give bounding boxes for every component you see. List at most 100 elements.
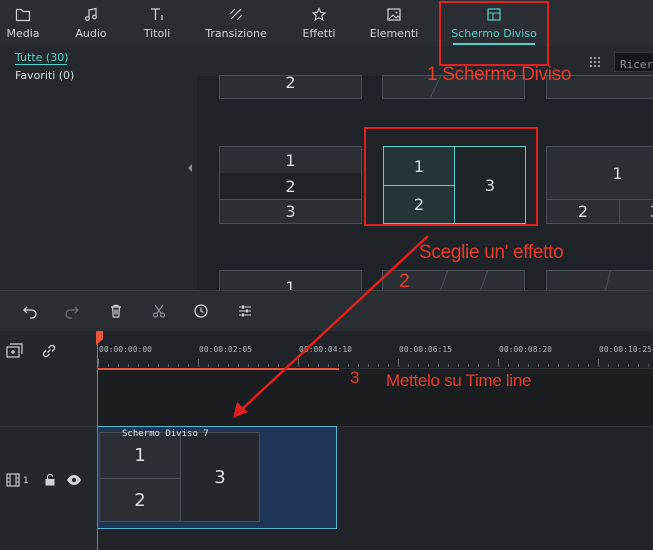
folder-icon	[15, 8, 31, 22]
ruler-minor-tick	[558, 364, 559, 367]
annotation-step2-number: 2	[399, 271, 410, 292]
tab-audio[interactable]: Audio	[68, 0, 114, 46]
timeline-range-bar	[97, 368, 339, 370]
eye-icon[interactable]	[66, 474, 82, 486]
link-icon[interactable]	[40, 342, 58, 360]
text-title-icon	[151, 8, 163, 20]
ruler-minor-tick	[408, 364, 409, 367]
timeline-ruler[interactable]: 00:00:00:00 00:00:02:05 00:00:04:10 00:0…	[97, 331, 653, 369]
adjust-sliders-icon[interactable]	[237, 303, 253, 319]
thumb-cell: 3	[285, 201, 296, 221]
split-thumbnail-top-one-bottom-two[interactable]: 1 2 3	[546, 146, 653, 224]
ruler-minor-tick	[528, 364, 529, 367]
tab-elementi-label: Elementi	[369, 27, 419, 40]
ruler-minor-tick	[168, 364, 169, 367]
split-thumbnail-top-1[interactable]: 2	[219, 72, 362, 99]
ruler-minor-tick	[508, 364, 509, 367]
ruler-minor-tick	[318, 364, 319, 367]
music-note-icon	[85, 7, 97, 21]
tab-titoli[interactable]: Titoli	[134, 0, 180, 46]
transition-icon	[229, 8, 243, 21]
tab-titoli-label: Titoli	[143, 27, 171, 40]
ruler-minor-tick	[538, 364, 539, 367]
clip-thumbnail: 1 2 3	[99, 432, 260, 522]
thumb-cell: 2	[220, 173, 361, 199]
ruler-minor-tick	[208, 364, 209, 367]
delete-icon[interactable]	[108, 303, 124, 319]
search-box[interactable]	[614, 52, 653, 74]
collapse-panel-icon[interactable]	[188, 164, 192, 172]
redo-icon[interactable]	[64, 303, 80, 319]
category-favorites[interactable]: Favoriti (0)	[15, 69, 74, 82]
scissors-icon[interactable]	[151, 303, 167, 319]
ruler-minor-tick	[328, 364, 329, 367]
ruler-minor-tick	[468, 364, 469, 367]
ruler-time-1: 00:00:02:05	[199, 345, 252, 354]
ruler-minor-tick	[548, 364, 549, 367]
thumb-cell: 3	[620, 200, 653, 223]
ruler-minor-tick	[438, 364, 439, 367]
ruler-minor-tick	[238, 364, 239, 367]
split-screen-clip[interactable]: 1 2 3 Schermo Diviso 7	[97, 426, 337, 529]
playhead-line[interactable]	[97, 331, 98, 550]
ruler-minor-tick	[488, 364, 489, 367]
ruler-minor-tick	[198, 364, 199, 367]
ruler-minor-tick	[128, 364, 129, 367]
thumb-cell: 2	[285, 72, 296, 92]
ruler-minor-tick	[288, 364, 289, 367]
ruler-minor-tick	[388, 364, 389, 367]
video-track-icon	[6, 473, 20, 487]
ruler-minor-tick	[638, 364, 639, 367]
ruler-minor-tick	[308, 364, 309, 367]
ruler-minor-tick	[458, 364, 459, 367]
ruler-minor-tick	[278, 364, 279, 367]
undo-icon[interactable]	[22, 303, 38, 319]
ruler-time-2: 00:00:04:10	[299, 345, 352, 354]
tab-media-label: Media	[6, 27, 40, 40]
ruler-minor-tick	[358, 364, 359, 367]
unlock-icon[interactable]	[44, 473, 56, 486]
ruler-minor-tick	[178, 364, 179, 367]
ruler-minor-tick	[608, 364, 609, 367]
ruler-minor-tick	[118, 364, 119, 367]
track-number: 1	[23, 476, 29, 486]
tab-effetti[interactable]: Effetti	[296, 0, 342, 46]
timeline-toolbar	[0, 290, 653, 331]
annotation-step2: Sceglie un' effetto	[419, 242, 564, 263]
tab-media[interactable]: Media	[0, 0, 46, 46]
image-icon	[387, 8, 401, 21]
tab-transizione[interactable]: Transizione	[201, 0, 271, 46]
clip-cell: 2	[134, 489, 146, 511]
ruler-minor-tick	[228, 364, 229, 367]
ruler-time-5: 00:00:10:25	[599, 345, 652, 354]
add-track-icon[interactable]	[6, 343, 24, 359]
ruler-minor-tick	[218, 364, 219, 367]
track-header-column: 1	[0, 331, 97, 550]
split-thumbnail-three-rows[interactable]: 1 2 3	[219, 146, 362, 224]
ruler-minor-tick	[138, 364, 139, 367]
ruler-minor-tick	[418, 364, 419, 367]
ruler-time-4: 00:00:08:20	[499, 345, 552, 354]
tab-elementi[interactable]: Elementi	[367, 0, 421, 46]
thumb-divider	[478, 271, 489, 290]
clock-icon[interactable]	[193, 303, 209, 319]
search-input[interactable]	[615, 55, 653, 74]
ruler-minor-tick	[628, 364, 629, 367]
ruler-minor-tick	[298, 364, 299, 367]
ruler-minor-tick	[398, 364, 399, 367]
ruler-minor-tick	[158, 364, 159, 367]
ruler-minor-tick	[598, 364, 599, 367]
annotation-step3: Mettelo su Time line	[386, 371, 532, 390]
split-thumbnail-bottom-3[interactable]	[546, 270, 653, 290]
split-thumbnail-bottom-1[interactable]: 1	[219, 270, 362, 290]
ruler-time-0: 00:00:00:00	[99, 345, 152, 354]
ruler-minor-tick	[478, 364, 479, 367]
grid-view-icon[interactable]	[589, 56, 601, 68]
tab-audio-label: Audio	[75, 27, 107, 40]
thumb-divider	[438, 271, 449, 290]
clip-title: Schermo Diviso 7	[122, 429, 209, 439]
thumb-cell: 1	[612, 163, 623, 183]
highlight-split-screen-tab	[439, 1, 549, 66]
category-all[interactable]: Tutte (30)	[15, 51, 69, 64]
thumb-divider	[604, 271, 611, 290]
